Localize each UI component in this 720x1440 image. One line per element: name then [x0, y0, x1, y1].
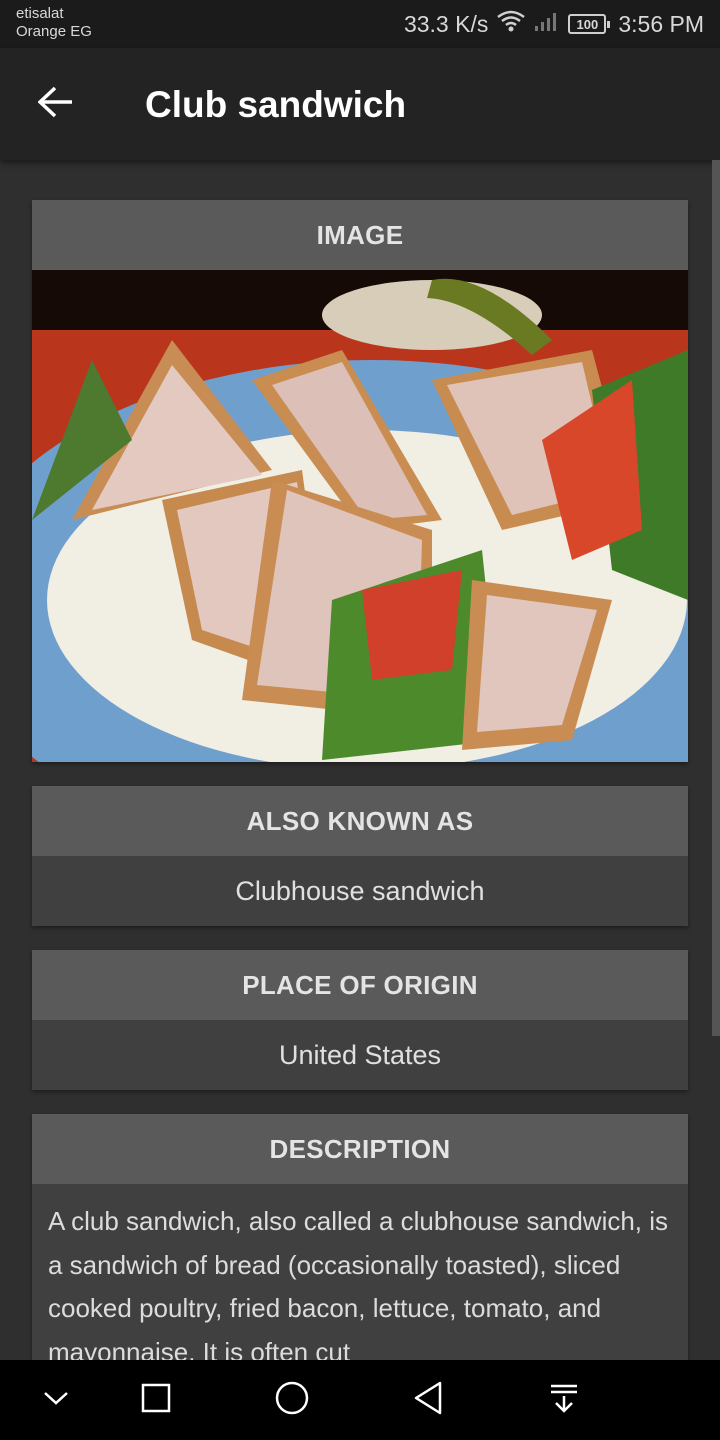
- battery-icon: 100: [568, 14, 611, 34]
- also-known-as-card: ALSO KNOWN AS Clubhouse sandwich: [32, 786, 688, 926]
- app-bar: Club sandwich: [0, 48, 720, 160]
- carrier-info: etisalat Orange EG: [16, 5, 92, 41]
- notification-pull-icon: [548, 1382, 580, 1419]
- status-icons: 33.3 K/s 100 3:56 PM: [404, 9, 704, 39]
- home-button[interactable]: [270, 1378, 314, 1422]
- description-card: DESCRIPTION A club sandwich, also called…: [32, 1114, 688, 1360]
- food-image[interactable]: [32, 270, 688, 762]
- system-nav-bar: [0, 1360, 720, 1440]
- image-card: IMAGE: [32, 200, 688, 762]
- description-text: A club sandwich, also called a clubhouse…: [48, 1206, 669, 1360]
- hide-nav-button[interactable]: [34, 1378, 78, 1422]
- status-bar: etisalat Orange EG 33.3 K/s 100 3:56 PM: [0, 0, 720, 48]
- arrow-back-icon: [37, 86, 74, 123]
- also-known-as-value: Clubhouse sandwich: [235, 875, 485, 906]
- recents-button[interactable]: [134, 1378, 178, 1422]
- back-triangle-icon: [412, 1380, 444, 1421]
- recents-square-icon: [140, 1382, 172, 1419]
- wifi-icon: [496, 9, 526, 39]
- place-of-origin-value: United States: [278, 1039, 442, 1070]
- nav-back-button[interactable]: [406, 1378, 450, 1422]
- place-of-origin-header: PLACE OF ORIGIN: [32, 950, 688, 1020]
- image-section-header: IMAGE: [32, 200, 688, 270]
- description-header: DESCRIPTION: [32, 1114, 688, 1184]
- carrier-name: etisalat: [16, 5, 64, 22]
- content-scroll-area[interactable]: IMAGE ALSO KNOWN AS Clubhouse sandwich P…: [0, 160, 720, 1360]
- also-known-as-header: ALSO KNOWN AS: [32, 786, 688, 856]
- page-title: Club sandwich: [145, 84, 407, 125]
- scrollbar[interactable]: [712, 160, 720, 1036]
- home-circle-icon: [274, 1380, 310, 1421]
- notification-pull-button[interactable]: [542, 1378, 586, 1422]
- chevron-down-icon: [42, 1389, 70, 1412]
- carrier-network: Orange EG: [16, 23, 92, 40]
- back-button[interactable]: [28, 76, 84, 132]
- place-of-origin-card: PLACE OF ORIGIN United States: [32, 950, 688, 1090]
- network-speed: 33.3 K/s: [403, 10, 489, 37]
- clock: 3:56 PM: [618, 10, 704, 37]
- signal-icon: [534, 10, 560, 38]
